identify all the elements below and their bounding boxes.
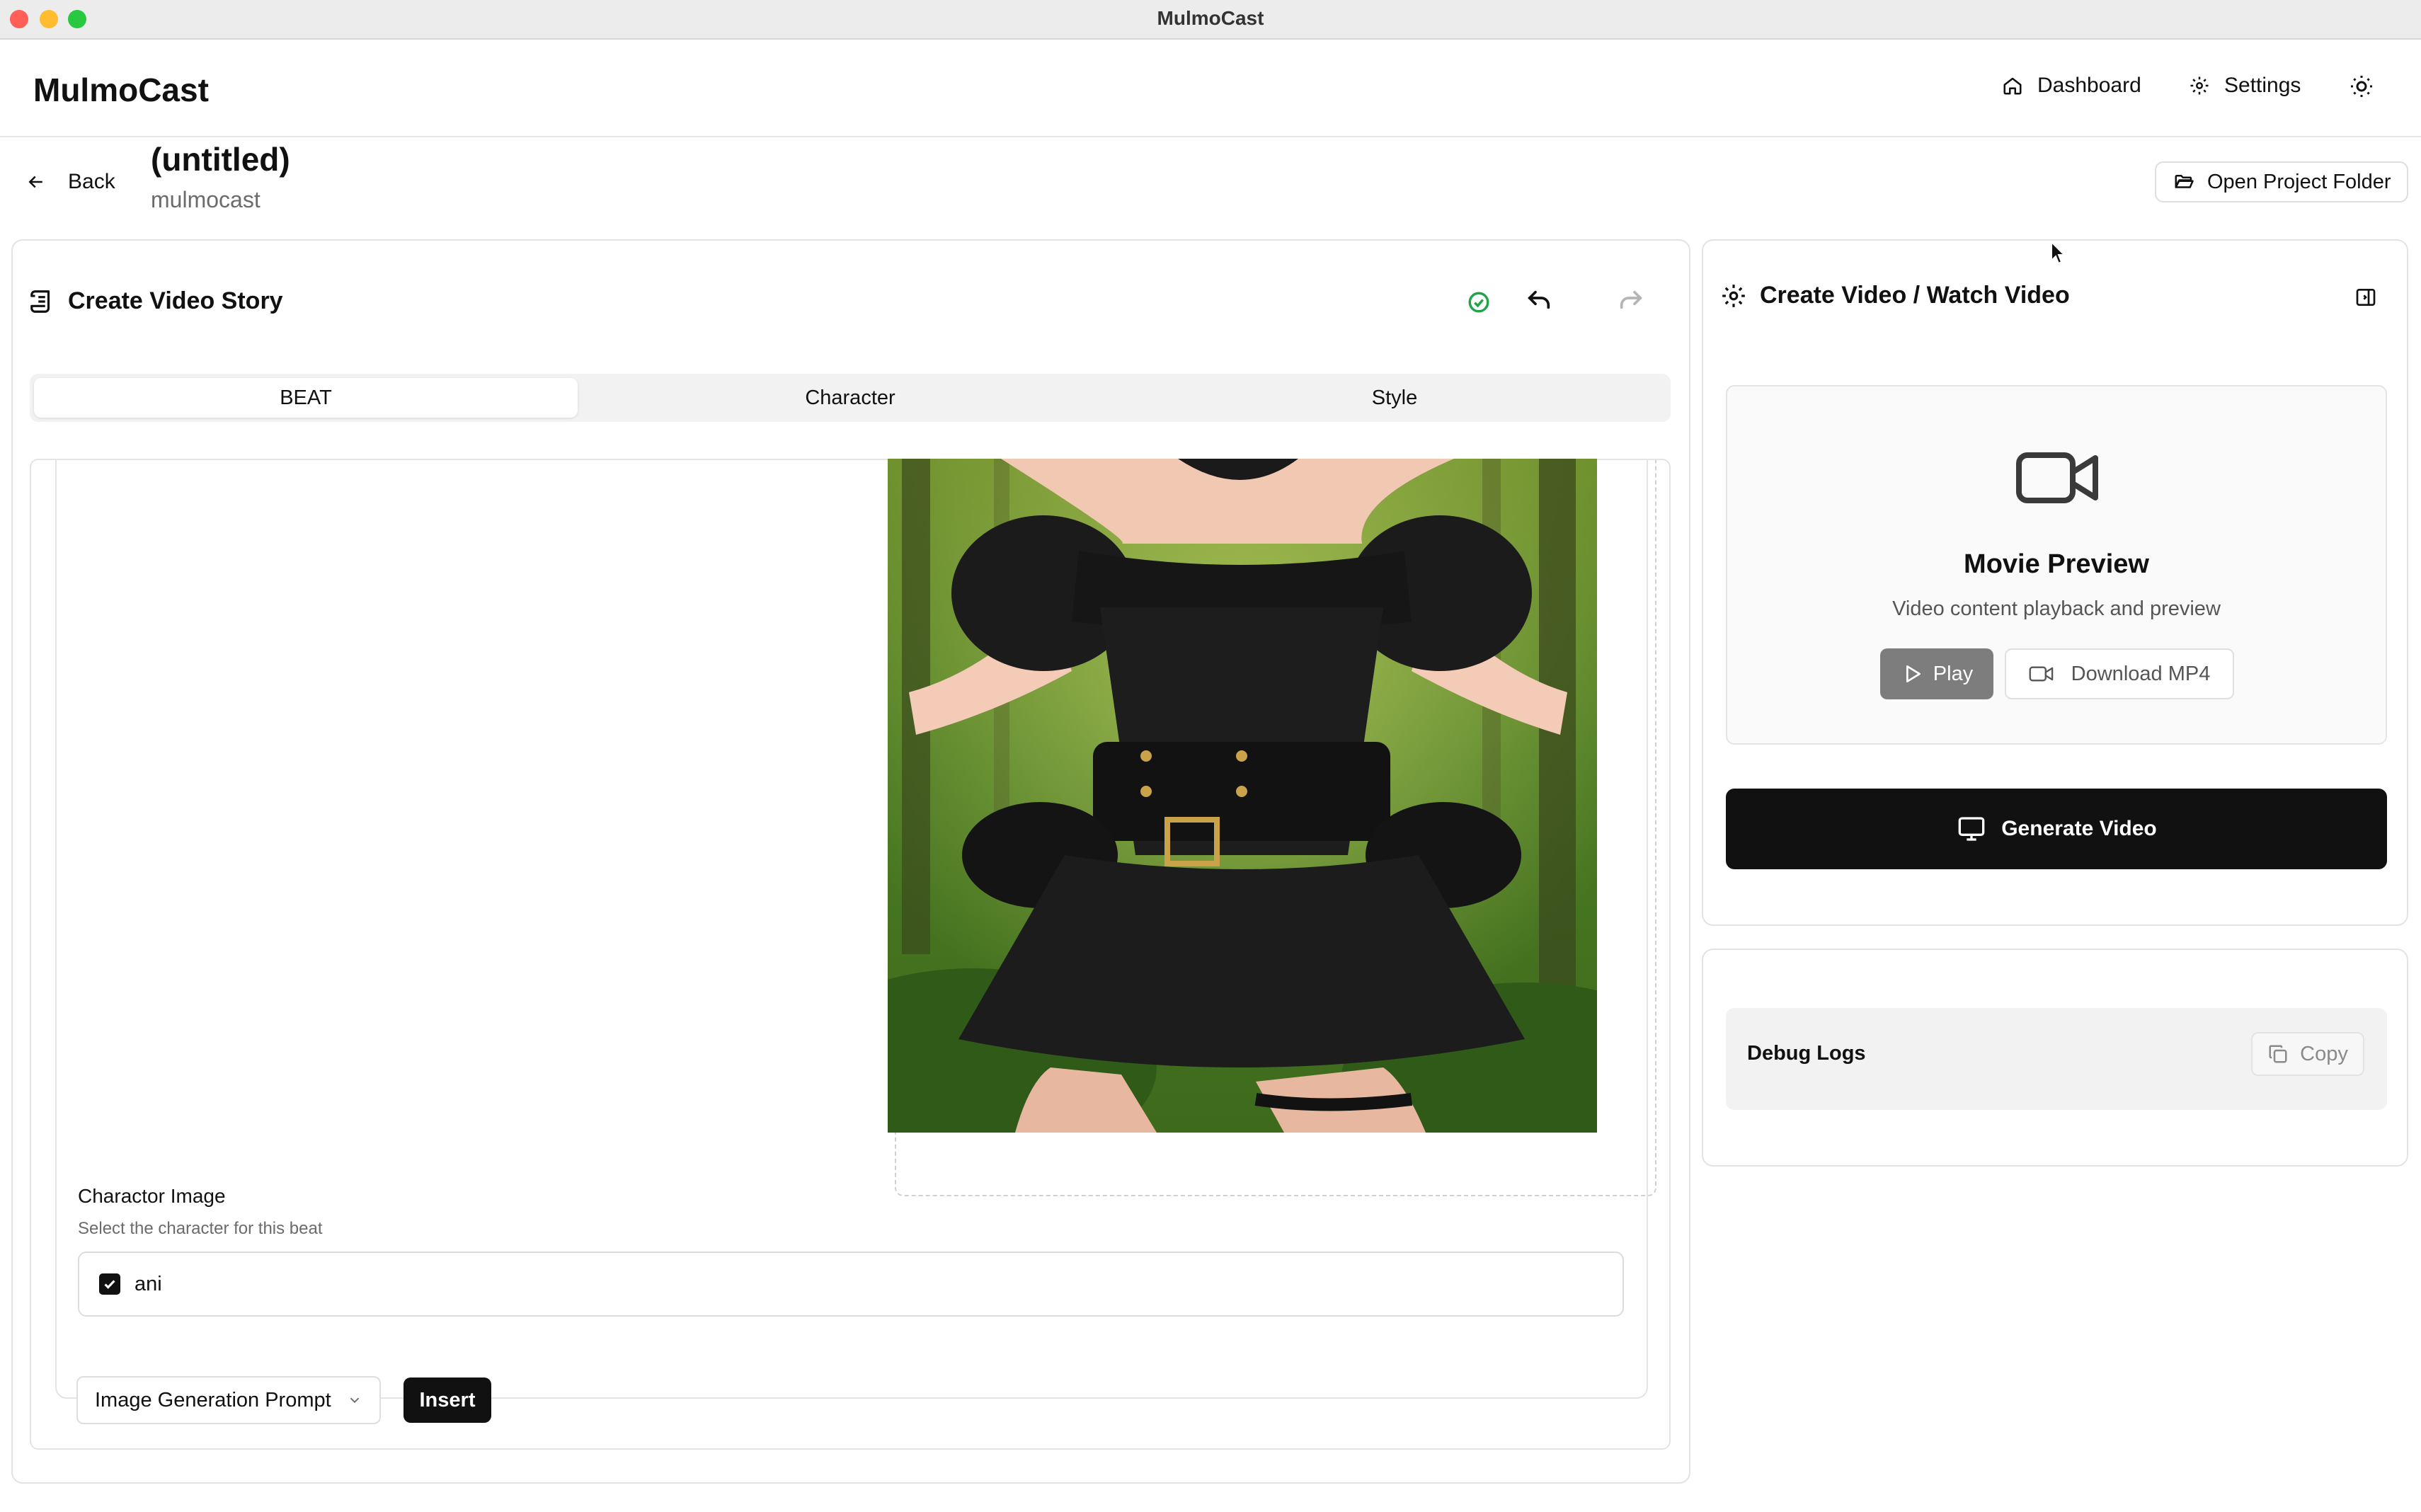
- project-subtitle: mulmocast: [151, 187, 261, 212]
- movie-preview-card: Movie Preview Video content playback and…: [1726, 385, 2387, 745]
- dashboard-link[interactable]: Dashboard: [2002, 74, 2141, 98]
- gear-icon: [2189, 75, 2210, 96]
- copy-icon: [2267, 1043, 2289, 1065]
- redo-icon[interactable]: [1615, 287, 1647, 316]
- open-project-folder-button[interactable]: Open Project Folder: [2155, 161, 2408, 202]
- character-option-label: ani: [134, 1272, 162, 1295]
- back-button[interactable]: Back: [25, 170, 115, 194]
- folder-open-icon: [2173, 171, 2194, 193]
- home-icon: [2002, 75, 2023, 96]
- back-label: Back: [68, 170, 115, 193]
- project-title: (untitled): [151, 141, 290, 178]
- play-label: Play: [1933, 662, 1974, 685]
- video-panel-header: Create Video / Watch Video: [1720, 282, 2070, 309]
- undo-icon[interactable]: [1523, 287, 1555, 316]
- download-mp4-button[interactable]: Download MP4: [2005, 648, 2234, 699]
- play-button[interactable]: Play: [1880, 648, 1993, 699]
- tab-character[interactable]: Character: [578, 378, 1123, 418]
- tab-beat[interactable]: BEAT: [34, 378, 578, 418]
- character-image-help: Select the character for this beat: [78, 1219, 323, 1238]
- open-folder-label: Open Project Folder: [2207, 170, 2391, 193]
- monitor-icon: [1956, 815, 1987, 843]
- prompt-type-value: Image Generation Prompt: [95, 1388, 331, 1411]
- editor-title: Create Video Story: [68, 287, 283, 314]
- character-option-ani[interactable]: ani: [78, 1252, 1624, 1317]
- mouse-cursor-icon: [2050, 241, 2066, 265]
- brand-logo[interactable]: MulmoCast: [33, 71, 209, 109]
- editor-tabs: BEAT Character Style: [30, 374, 1671, 422]
- beat-image: [888, 459, 1597, 1133]
- generate-video-button[interactable]: Generate Video: [1726, 789, 2387, 869]
- copy-logs-button[interactable]: Copy: [2251, 1032, 2364, 1076]
- video-panel-title: Create Video / Watch Video: [1760, 282, 2070, 309]
- tab-style[interactable]: Style: [1123, 378, 1666, 418]
- editor-header: Create Video Story: [28, 287, 283, 315]
- sun-icon: [2349, 74, 2374, 99]
- play-icon: [1901, 663, 1923, 685]
- arrow-left-icon: [25, 171, 47, 193]
- settings-link[interactable]: Settings: [2189, 74, 2301, 98]
- copy-label: Copy: [2300, 1042, 2348, 1065]
- debug-logs-title: Debug Logs: [1747, 1042, 1866, 1065]
- window-titlebar: MulmoCast: [0, 0, 2421, 40]
- chevron-down-icon: [347, 1392, 362, 1408]
- app-header: MulmoCast Dashboard Settings: [0, 40, 2421, 137]
- debug-logs: Debug Logs Copy: [1726, 1008, 2387, 1110]
- prompt-type-select[interactable]: Image Generation Prompt: [76, 1376, 381, 1424]
- video-icon: [2029, 664, 2054, 684]
- generate-video-label: Generate Video: [2001, 817, 2157, 840]
- character-image-label: Charactor Image: [78, 1185, 226, 1207]
- checkbox-checked-icon[interactable]: [99, 1273, 120, 1295]
- insert-button[interactable]: Insert: [404, 1378, 491, 1423]
- dashboard-label: Dashboard: [2037, 74, 2141, 97]
- gear-icon: [1720, 282, 1747, 309]
- script-icon: [28, 288, 55, 315]
- window-title: MulmoCast: [1157, 7, 1264, 29]
- saved-check-icon: [1467, 290, 1491, 314]
- video-camera-icon: [2015, 446, 2102, 510]
- collapse-panel-icon[interactable]: [2354, 286, 2377, 309]
- movie-preview-subtitle: Video content playback and preview: [1892, 597, 2221, 620]
- settings-label: Settings: [2224, 74, 2301, 97]
- theme-toggle[interactable]: [2349, 74, 2374, 99]
- movie-preview-title: Movie Preview: [1964, 549, 2149, 579]
- download-label: Download MP4: [2071, 662, 2211, 685]
